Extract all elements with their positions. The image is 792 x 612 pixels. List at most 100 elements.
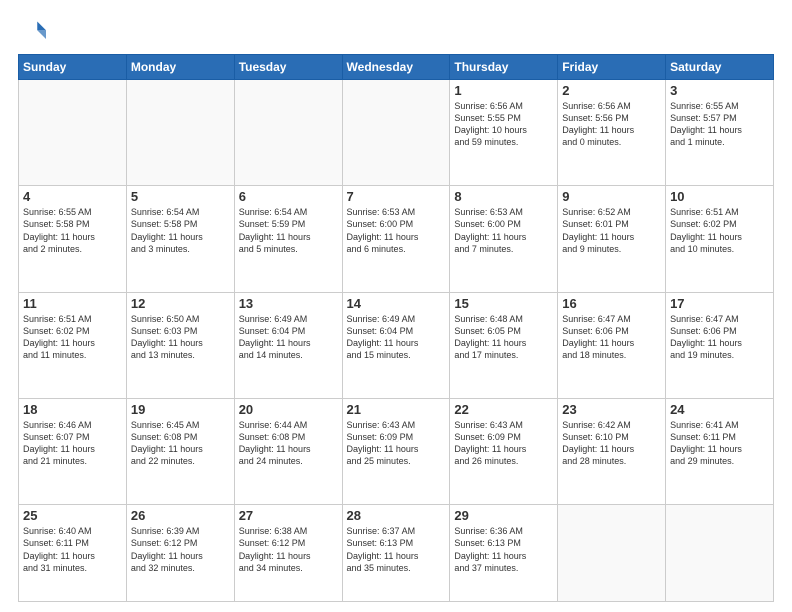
calendar-cell: 8 Sunrise: 6:53 AM Sunset: 6:00 PM Daylig… (450, 186, 558, 292)
day-number: 5 (131, 189, 230, 204)
day-number: 22 (454, 402, 553, 417)
day-number: 26 (131, 508, 230, 523)
day-number: 4 (23, 189, 122, 204)
day-number: 18 (23, 402, 122, 417)
day-info: Sunrise: 6:54 AM Sunset: 5:58 PM Dayligh… (131, 206, 230, 255)
weekday-header: Monday (126, 55, 234, 80)
weekday-header: Tuesday (234, 55, 342, 80)
day-info: Sunrise: 6:47 AM Sunset: 6:06 PM Dayligh… (562, 313, 661, 362)
weekday-header: Thursday (450, 55, 558, 80)
weekday-header: Friday (558, 55, 666, 80)
calendar-cell: 24 Sunrise: 6:41 AM Sunset: 6:11 PM Dayli… (666, 398, 774, 504)
day-number: 15 (454, 296, 553, 311)
calendar-cell: 2 Sunrise: 6:56 AM Sunset: 5:56 PM Daylig… (558, 80, 666, 186)
calendar-cell: 13 Sunrise: 6:49 AM Sunset: 6:04 PM Dayli… (234, 292, 342, 398)
calendar-cell: 23 Sunrise: 6:42 AM Sunset: 6:10 PM Dayli… (558, 398, 666, 504)
day-number: 12 (131, 296, 230, 311)
logo-icon (18, 18, 46, 46)
calendar-cell: 11 Sunrise: 6:51 AM Sunset: 6:02 PM Dayli… (19, 292, 127, 398)
day-info: Sunrise: 6:53 AM Sunset: 6:00 PM Dayligh… (454, 206, 553, 255)
calendar-cell (558, 505, 666, 602)
calendar-cell (342, 80, 450, 186)
calendar-cell: 22 Sunrise: 6:43 AM Sunset: 6:09 PM Dayli… (450, 398, 558, 504)
day-number: 19 (131, 402, 230, 417)
day-info: Sunrise: 6:46 AM Sunset: 6:07 PM Dayligh… (23, 419, 122, 468)
day-info: Sunrise: 6:55 AM Sunset: 5:58 PM Dayligh… (23, 206, 122, 255)
calendar-cell: 16 Sunrise: 6:47 AM Sunset: 6:06 PM Dayli… (558, 292, 666, 398)
calendar-cell: 18 Sunrise: 6:46 AM Sunset: 6:07 PM Dayli… (19, 398, 127, 504)
calendar-week-row: 11 Sunrise: 6:51 AM Sunset: 6:02 PM Dayli… (19, 292, 774, 398)
day-number: 21 (347, 402, 446, 417)
calendar-cell: 14 Sunrise: 6:49 AM Sunset: 6:04 PM Dayli… (342, 292, 450, 398)
day-number: 13 (239, 296, 338, 311)
day-number: 17 (670, 296, 769, 311)
calendar-cell: 20 Sunrise: 6:44 AM Sunset: 6:08 PM Dayli… (234, 398, 342, 504)
day-info: Sunrise: 6:49 AM Sunset: 6:04 PM Dayligh… (239, 313, 338, 362)
day-number: 11 (23, 296, 122, 311)
day-number: 3 (670, 83, 769, 98)
day-number: 27 (239, 508, 338, 523)
weekday-header: Sunday (19, 55, 127, 80)
day-info: Sunrise: 6:56 AM Sunset: 5:55 PM Dayligh… (454, 100, 553, 149)
day-info: Sunrise: 6:44 AM Sunset: 6:08 PM Dayligh… (239, 419, 338, 468)
day-info: Sunrise: 6:54 AM Sunset: 5:59 PM Dayligh… (239, 206, 338, 255)
logo (18, 18, 50, 46)
day-info: Sunrise: 6:51 AM Sunset: 6:02 PM Dayligh… (670, 206, 769, 255)
day-number: 6 (239, 189, 338, 204)
day-info: Sunrise: 6:36 AM Sunset: 6:13 PM Dayligh… (454, 525, 553, 574)
weekday-header: Wednesday (342, 55, 450, 80)
calendar-cell: 7 Sunrise: 6:53 AM Sunset: 6:00 PM Daylig… (342, 186, 450, 292)
day-info: Sunrise: 6:43 AM Sunset: 6:09 PM Dayligh… (347, 419, 446, 468)
calendar-cell: 15 Sunrise: 6:48 AM Sunset: 6:05 PM Dayli… (450, 292, 558, 398)
calendar-week-row: 18 Sunrise: 6:46 AM Sunset: 6:07 PM Dayli… (19, 398, 774, 504)
day-info: Sunrise: 6:42 AM Sunset: 6:10 PM Dayligh… (562, 419, 661, 468)
day-number: 20 (239, 402, 338, 417)
day-info: Sunrise: 6:38 AM Sunset: 6:12 PM Dayligh… (239, 525, 338, 574)
day-info: Sunrise: 6:43 AM Sunset: 6:09 PM Dayligh… (454, 419, 553, 468)
day-info: Sunrise: 6:49 AM Sunset: 6:04 PM Dayligh… (347, 313, 446, 362)
calendar-cell: 28Sunrise: 6:37 AM Sunset: 6:13 PM Dayli… (342, 505, 450, 602)
calendar-cell: 3 Sunrise: 6:55 AM Sunset: 5:57 PM Daylig… (666, 80, 774, 186)
day-info: Sunrise: 6:40 AM Sunset: 6:11 PM Dayligh… (23, 525, 122, 574)
calendar-cell (234, 80, 342, 186)
calendar-cell: 12Sunrise: 6:50 AM Sunset: 6:03 PM Dayli… (126, 292, 234, 398)
day-number: 10 (670, 189, 769, 204)
day-number: 25 (23, 508, 122, 523)
calendar-cell: 19 Sunrise: 6:45 AM Sunset: 6:08 PM Dayli… (126, 398, 234, 504)
weekday-header: Saturday (666, 55, 774, 80)
calendar-cell: 6 Sunrise: 6:54 AM Sunset: 5:59 PM Daylig… (234, 186, 342, 292)
calendar: SundayMondayTuesdayWednesdayThursdayFrid… (18, 54, 774, 602)
day-info: Sunrise: 6:56 AM Sunset: 5:56 PM Dayligh… (562, 100, 661, 149)
day-info: Sunrise: 6:39 AM Sunset: 6:12 PM Dayligh… (131, 525, 230, 574)
calendar-week-row: 1 Sunrise: 6:56 AM Sunset: 5:55 PM Daylig… (19, 80, 774, 186)
calendar-cell (19, 80, 127, 186)
calendar-cell: 21 Sunrise: 6:43 AM Sunset: 6:09 PM Dayli… (342, 398, 450, 504)
calendar-cell (126, 80, 234, 186)
day-info: Sunrise: 6:41 AM Sunset: 6:11 PM Dayligh… (670, 419, 769, 468)
day-number: 2 (562, 83, 661, 98)
calendar-cell (666, 505, 774, 602)
calendar-cell: 29 Sunrise: 6:36 AM Sunset: 6:13 PM Dayli… (450, 505, 558, 602)
day-number: 28 (347, 508, 446, 523)
day-number: 7 (347, 189, 446, 204)
day-number: 16 (562, 296, 661, 311)
day-info: Sunrise: 6:53 AM Sunset: 6:00 PM Dayligh… (347, 206, 446, 255)
day-number: 29 (454, 508, 553, 523)
day-number: 8 (454, 189, 553, 204)
day-number: 24 (670, 402, 769, 417)
day-info: Sunrise: 6:51 AM Sunset: 6:02 PM Dayligh… (23, 313, 122, 362)
day-number: 23 (562, 402, 661, 417)
calendar-week-row: 25 Sunrise: 6:40 AM Sunset: 6:11 PM Dayli… (19, 505, 774, 602)
day-info: Sunrise: 6:48 AM Sunset: 6:05 PM Dayligh… (454, 313, 553, 362)
calendar-cell: 10 Sunrise: 6:51 AM Sunset: 6:02 PM Dayli… (666, 186, 774, 292)
day-number: 14 (347, 296, 446, 311)
calendar-week-row: 4 Sunrise: 6:55 AM Sunset: 5:58 PM Daylig… (19, 186, 774, 292)
calendar-cell: 1 Sunrise: 6:56 AM Sunset: 5:55 PM Daylig… (450, 80, 558, 186)
day-info: Sunrise: 6:45 AM Sunset: 6:08 PM Dayligh… (131, 419, 230, 468)
calendar-cell: 27 Sunrise: 6:38 AM Sunset: 6:12 PM Dayli… (234, 505, 342, 602)
calendar-cell: 17Sunrise: 6:47 AM Sunset: 6:06 PM Dayli… (666, 292, 774, 398)
day-number: 1 (454, 83, 553, 98)
calendar-cell: 9Sunrise: 6:52 AM Sunset: 6:01 PM Daylig… (558, 186, 666, 292)
day-info: Sunrise: 6:55 AM Sunset: 5:57 PM Dayligh… (670, 100, 769, 149)
calendar-cell: 26 Sunrise: 6:39 AM Sunset: 6:12 PM Dayli… (126, 505, 234, 602)
